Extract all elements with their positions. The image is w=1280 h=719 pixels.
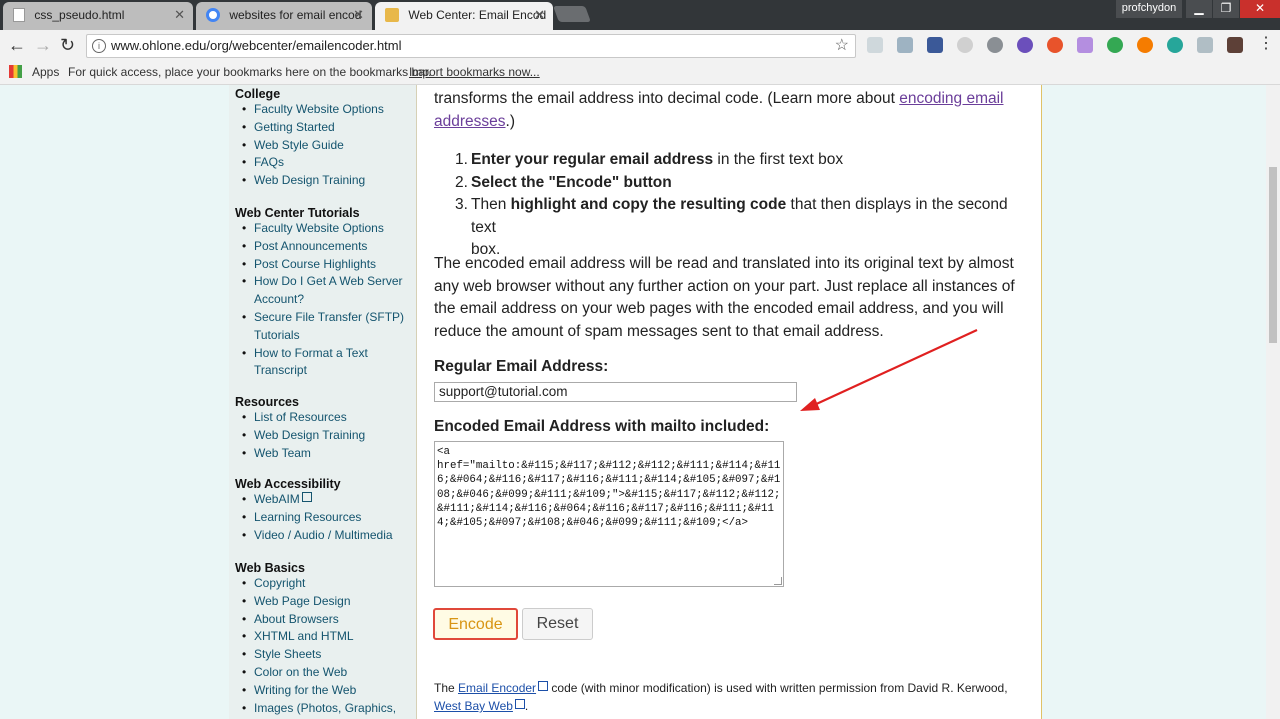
vertical-scrollbar[interactable] [1266,85,1280,719]
annotation-arrow [800,329,978,411]
scrollbar-thumb[interactable] [1269,167,1277,343]
